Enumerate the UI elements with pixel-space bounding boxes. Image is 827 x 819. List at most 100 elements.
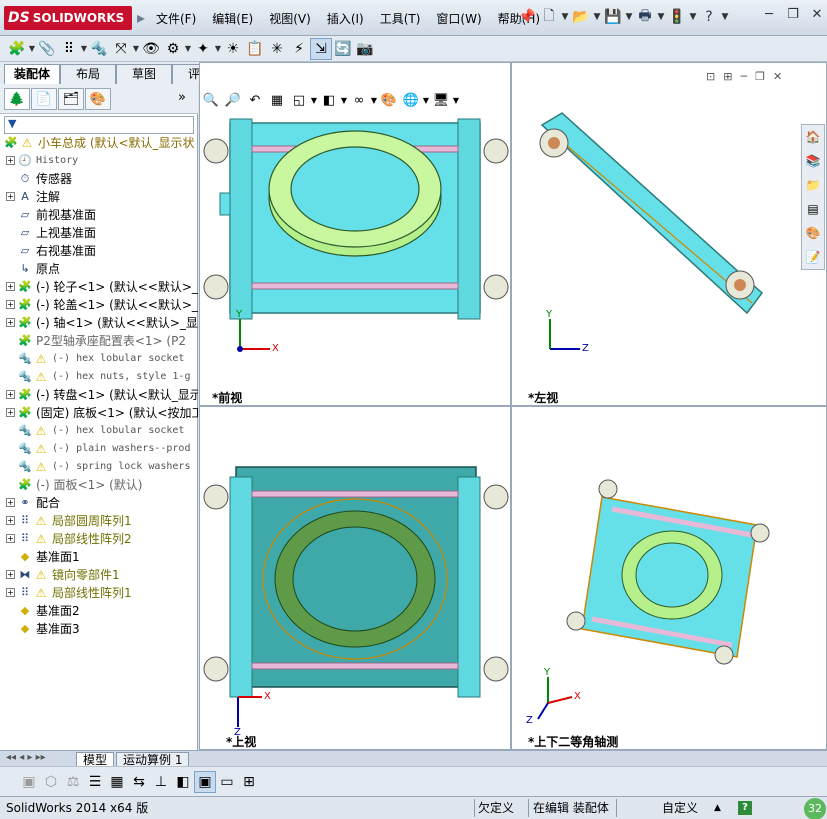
- tree-item[interactable]: 🔩 ⚠ (-) hex lobular socket: [0, 350, 198, 368]
- appearances-icon[interactable]: 🎨: [803, 223, 823, 243]
- expand-toggle-icon[interactable]: +: [6, 192, 15, 201]
- four-view-icon[interactable]: ⊞: [238, 771, 260, 793]
- dropdown-icon[interactable]: ▼: [132, 38, 140, 60]
- assembly-features-icon[interactable]: ⚙: [162, 38, 184, 60]
- menu-window[interactable]: 窗口(W): [428, 8, 489, 28]
- tree-item[interactable]: + 🧩 (-) 轮子<1> (默认<<默认>_显: [0, 278, 198, 296]
- tree-item[interactable]: 🧩 (-) 面板<1> (默认): [0, 476, 198, 494]
- tab-model[interactable]: 模型: [76, 752, 115, 767]
- pin-icon[interactable]: 📌: [516, 6, 538, 28]
- take-snapshot-icon[interactable]: 📷: [354, 38, 376, 60]
- tree-item[interactable]: ▱ 上视基准面: [0, 224, 198, 242]
- tree-item[interactable]: + 🕘 History: [0, 152, 198, 170]
- view-palette-icon[interactable]: ▤: [803, 199, 823, 219]
- dropdown-icon[interactable]: ▼: [184, 38, 192, 60]
- insert-component-icon[interactable]: 🧩: [6, 38, 28, 60]
- expand-toggle-icon[interactable]: +: [6, 498, 15, 507]
- menu-file[interactable]: 文件(F): [148, 8, 204, 28]
- tree-item[interactable]: 🔩 ⚠ (-) plain washers--prod: [0, 440, 198, 458]
- viewport-top[interactable]: X Z *上视: [199, 406, 511, 750]
- dropdown-icon[interactable]: ▼: [214, 38, 222, 60]
- expand-toggle-icon[interactable]: +: [6, 516, 15, 525]
- viewport-restore-icon[interactable]: ❐: [755, 70, 765, 83]
- file-explorer-icon[interactable]: 📁: [803, 175, 823, 195]
- tree-item[interactable]: + 🧩 (-) 轴<1> (默认<<默认>_显示: [0, 314, 198, 332]
- tab-scroll-icons[interactable]: ◂◂ ◂ ▸ ▸▸: [6, 752, 46, 763]
- close-icon[interactable]: ✕: [808, 6, 826, 24]
- expand-toggle-icon[interactable]: +: [6, 300, 15, 309]
- bottom-tool-6-icon[interactable]: ⇆: [128, 771, 150, 793]
- viewport-minimize-icon[interactable]: ─: [740, 70, 747, 83]
- tree-item[interactable]: 🧩 P2型轴承座配置表<1> (P2: [0, 332, 198, 350]
- update-speedpak-icon[interactable]: 🔄: [332, 38, 354, 60]
- tree-item[interactable]: ▱ 右视基准面: [0, 242, 198, 260]
- expand-toggle-icon[interactable]: +: [6, 156, 15, 165]
- tree-filter-input[interactable]: ▼: [4, 116, 194, 134]
- tree-item[interactable]: + 🧩 (-) 转盘<1> (默认<默认_显示: [0, 386, 198, 404]
- tree-item[interactable]: + ⠿ ⚠ 局部圆周阵列1: [0, 512, 198, 530]
- display-style-icon[interactable]: ◧: [318, 89, 340, 111]
- logo-arrow-icon[interactable]: ▸: [137, 5, 145, 31]
- menu-insert[interactable]: 插入(I): [319, 8, 372, 28]
- expand-toggle-icon[interactable]: +: [6, 534, 15, 543]
- tree-item[interactable]: ▱ 前视基准面: [0, 206, 198, 224]
- bottom-tool-2-icon[interactable]: ⬡: [40, 771, 62, 793]
- tree-item[interactable]: + ⠿ ⚠ 局部线性阵列2: [0, 530, 198, 548]
- property-manager-tab-icon[interactable]: 📄: [31, 88, 57, 110]
- tree-item[interactable]: + ⚭ 配合: [0, 494, 198, 512]
- solidworks-resources-icon[interactable]: 🏠: [803, 127, 823, 147]
- feature-tree-tab-icon[interactable]: 🌲: [4, 88, 30, 110]
- tree-item[interactable]: ⏱ 传感器: [0, 170, 198, 188]
- mate-icon[interactable]: 📎: [36, 38, 58, 60]
- dropdown-icon[interactable]: ▼: [310, 89, 318, 111]
- tab-motion-study[interactable]: 运动算例 1: [116, 752, 190, 767]
- solidworks-logo[interactable]: DS SOLIDWORKS: [4, 6, 132, 30]
- bottom-tool-5-icon[interactable]: ▦: [106, 771, 128, 793]
- new-dropdown-icon[interactable]: ▼: [560, 6, 570, 28]
- help-dropdown-icon[interactable]: ▼: [720, 6, 730, 28]
- print-dropdown-icon[interactable]: ▼: [656, 6, 666, 28]
- viewport-front[interactable]: Y X *前视: [199, 62, 511, 406]
- view-orientation-icon[interactable]: ◱: [288, 89, 310, 111]
- save-dropdown-icon[interactable]: ▼: [624, 6, 634, 28]
- expand-toggle-icon[interactable]: +: [6, 318, 15, 327]
- bottom-tool-8-icon[interactable]: ◧: [172, 771, 194, 793]
- link-views-icon[interactable]: ⊡: [706, 70, 715, 83]
- configuration-manager-tab-icon[interactable]: 🗂: [58, 88, 84, 110]
- tree-item[interactable]: 🔩 ⚠ (-) spring lock washers: [0, 458, 198, 476]
- tree-item[interactable]: + 🧩 (固定) 底板<1> (默认<按加工: [0, 404, 198, 422]
- dropdown-icon[interactable]: ▼: [28, 38, 36, 60]
- tree-item[interactable]: ↳ 原点: [0, 260, 198, 278]
- tab-sketch[interactable]: 草图: [116, 64, 172, 84]
- apply-scene-icon[interactable]: 🌐: [400, 89, 422, 111]
- smart-fastener-icon[interactable]: 🔩: [88, 38, 110, 60]
- menu-edit[interactable]: 编辑(E): [204, 8, 261, 28]
- tree-item[interactable]: 🔩 ⚠ (-) hex lobular socket: [0, 422, 198, 440]
- move-component-icon[interactable]: ⤧: [110, 38, 132, 60]
- bottom-tool-1-icon[interactable]: ▣: [18, 771, 40, 793]
- open-dropdown-icon[interactable]: ▼: [592, 6, 602, 28]
- tree-item[interactable]: + ⧓ ⚠ 镜向零部件1: [0, 566, 198, 584]
- bottom-tool-4-icon[interactable]: ☰: [84, 771, 106, 793]
- dropdown-icon[interactable]: ▼: [80, 38, 88, 60]
- explode-line-icon[interactable]: ⚡: [288, 38, 310, 60]
- viewport-close-icon[interactable]: ✕: [773, 70, 782, 83]
- custom-properties-icon[interactable]: 📝: [803, 247, 823, 267]
- tree-item[interactable]: 🔩 ⚠ (-) hex nuts, style 1-g: [0, 368, 198, 386]
- expand-toggle-icon[interactable]: +: [6, 570, 15, 579]
- bill-of-materials-icon[interactable]: 📋: [244, 38, 266, 60]
- new-motion-study-icon[interactable]: ☀: [222, 38, 244, 60]
- expand-toggle-icon[interactable]: +: [6, 282, 15, 291]
- viewport-left[interactable]: Y Z *左视: [511, 62, 827, 406]
- tab-layout[interactable]: 布局: [60, 64, 116, 84]
- bottom-tool-7-icon[interactable]: ⊥: [150, 771, 172, 793]
- restore-icon[interactable]: ❐: [784, 6, 802, 24]
- previous-view-icon[interactable]: ↶: [244, 89, 266, 111]
- two-view-icon[interactable]: ▭: [216, 771, 238, 793]
- tree-item[interactable]: ◆ 基准面1: [0, 548, 198, 566]
- display-manager-tab-icon[interactable]: 🎨: [85, 88, 111, 110]
- tree-item[interactable]: ◆ 基准面3: [0, 620, 198, 638]
- bottom-tool-3-icon[interactable]: ⚖: [62, 771, 84, 793]
- new-icon[interactable]: 🗋: [538, 6, 560, 28]
- fm-more-icon[interactable]: »: [178, 90, 186, 105]
